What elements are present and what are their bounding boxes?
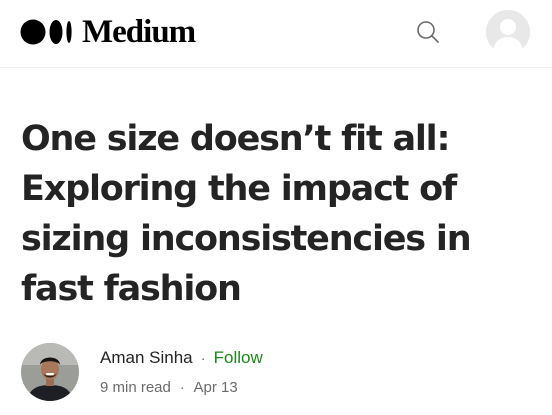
search-button[interactable]	[413, 17, 443, 47]
publish-date: Apr 13	[193, 378, 238, 396]
article-meta: Aman Sinha · Follow 9 min read · Apr 13	[100, 346, 263, 398]
author-name-link[interactable]: Aman Sinha	[100, 348, 193, 368]
article-title: One size doesn’t fit all: Exploring the …	[21, 119, 472, 309]
read-time: 9 min read	[100, 378, 171, 396]
author-photo-icon	[21, 343, 79, 401]
medium-logo-mark-icon	[20, 19, 72, 45]
default-user-avatar-icon	[486, 10, 530, 54]
user-avatar-button[interactable]	[486, 10, 530, 54]
meta-separator: ·	[200, 349, 206, 367]
search-icon	[417, 21, 439, 43]
top-navbar: Medium	[0, 0, 552, 68]
medium-logo[interactable]: Medium	[20, 14, 196, 50]
meta-separator: ·	[179, 379, 185, 395]
medium-logo-text: Medium	[82, 14, 196, 50]
follow-button[interactable]: Follow	[214, 348, 263, 368]
author-avatar[interactable]	[21, 343, 79, 401]
